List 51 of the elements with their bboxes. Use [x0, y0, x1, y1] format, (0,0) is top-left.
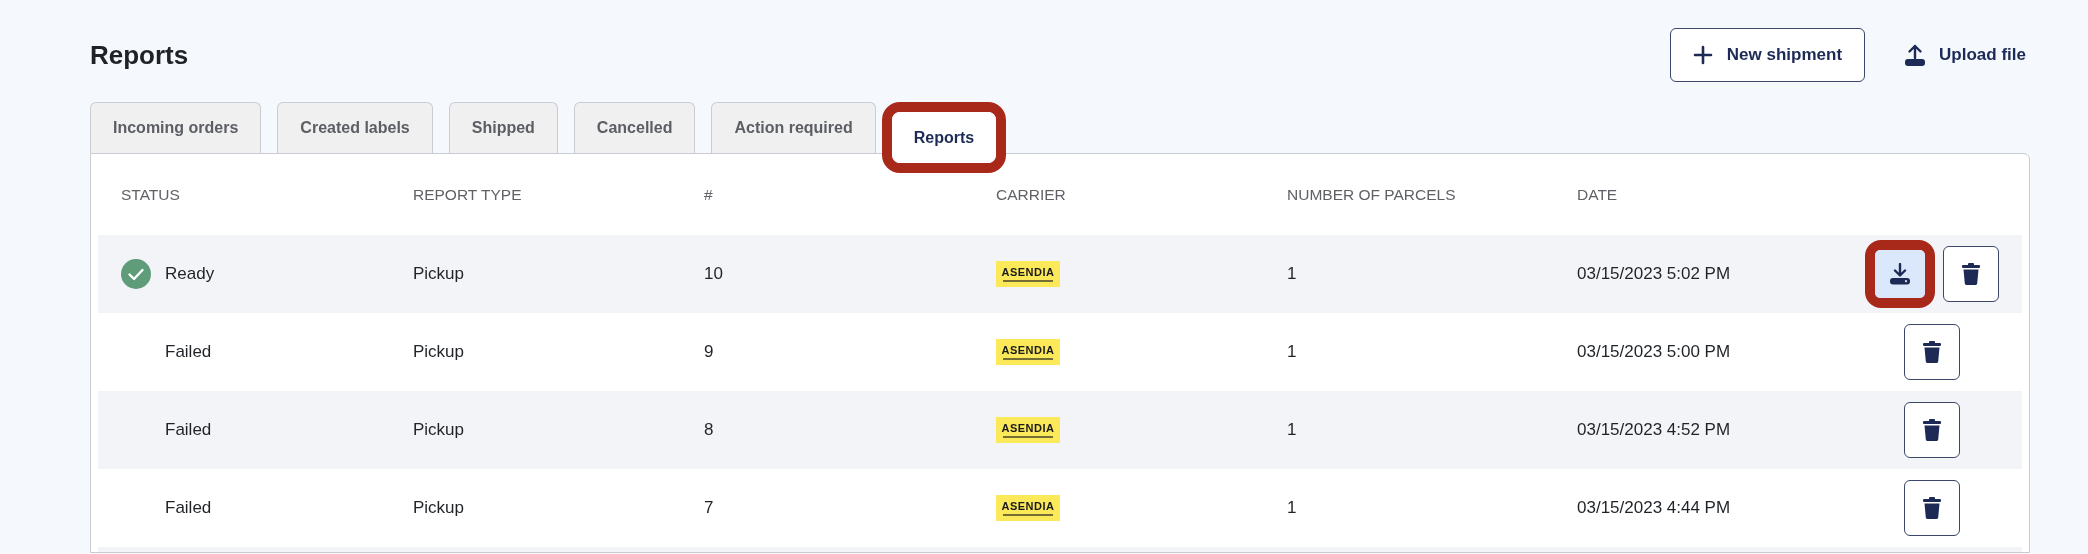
- tab[interactable]: Reports: [891, 112, 997, 163]
- table-cell-text: 8: [704, 419, 715, 442]
- table-cell-text: Pickup: [413, 497, 466, 520]
- trash-icon: [1922, 497, 1941, 519]
- table-cell-text: 7: [704, 497, 715, 520]
- delete-button[interactable]: [1903, 480, 1960, 536]
- carrier-logo: ASENDIA: [996, 261, 1060, 287]
- column-header: CARRIER: [996, 184, 1067, 205]
- table-cell-text: 1: [1287, 419, 1298, 442]
- table-cell-text: 9: [704, 341, 715, 364]
- carrier-logo: ASENDIA: [996, 339, 1060, 365]
- upload-icon: [1903, 43, 1928, 67]
- column-header: STATUS: [121, 184, 181, 205]
- table-cell-text: 03/15/2023 4:52 PM: [1577, 419, 1732, 442]
- trash-icon: [1961, 263, 1980, 285]
- column-header: REPORT TYPE: [413, 184, 523, 205]
- table-cell-text: Failed: [165, 419, 212, 442]
- table-cell-text: 03/15/2023 4:44 PM: [1577, 497, 1732, 520]
- table-cell-text: Ready: [165, 263, 215, 286]
- upload-file-button[interactable]: Upload file: [1899, 28, 2030, 82]
- carrier-logo: ASENDIA: [996, 495, 1060, 521]
- trash-icon: [1922, 419, 1941, 441]
- table-cell-text: 03/15/2023 5:02 PM: [1577, 263, 1732, 286]
- tab[interactable]: Incoming orders: [90, 102, 262, 153]
- table-cell-text: Failed: [165, 497, 212, 520]
- carrier-logo: ASENDIA: [996, 417, 1060, 443]
- new-shipment-button[interactable]: New shipment: [1669, 28, 1866, 82]
- tab[interactable]: Action required: [711, 102, 876, 153]
- table-cell-text: 1: [1287, 263, 1298, 286]
- table-cell-text: 03/15/2023 5:00 PM: [1577, 341, 1732, 364]
- column-header: DATE: [1577, 184, 1619, 205]
- tab[interactable]: Shipped: [448, 102, 558, 153]
- table-cell-text: 1: [1287, 497, 1298, 520]
- table-cell-text: Pickup: [413, 419, 466, 442]
- delete-button[interactable]: [1942, 246, 1999, 302]
- page-title: Reports: [90, 38, 189, 72]
- download-icon: [1888, 263, 1911, 285]
- plus-icon: [1692, 45, 1713, 65]
- tab[interactable]: Cancelled: [573, 102, 696, 153]
- tab[interactable]: Created labels: [277, 102, 433, 153]
- table-cell-text: 1: [1287, 341, 1298, 364]
- table-cell-text: Pickup: [413, 341, 466, 364]
- column-header: NUMBER OF PARCELS: [1287, 184, 1457, 205]
- delete-button[interactable]: [1903, 402, 1960, 458]
- column-header: #: [704, 184, 714, 205]
- delete-button[interactable]: [1903, 324, 1960, 380]
- table-cell-text: 10: [704, 263, 724, 286]
- table-cell-text: Failed: [165, 341, 212, 364]
- trash-icon: [1922, 341, 1941, 363]
- table-cell-text: Pickup: [413, 263, 466, 286]
- download-button[interactable]: [1874, 250, 1925, 298]
